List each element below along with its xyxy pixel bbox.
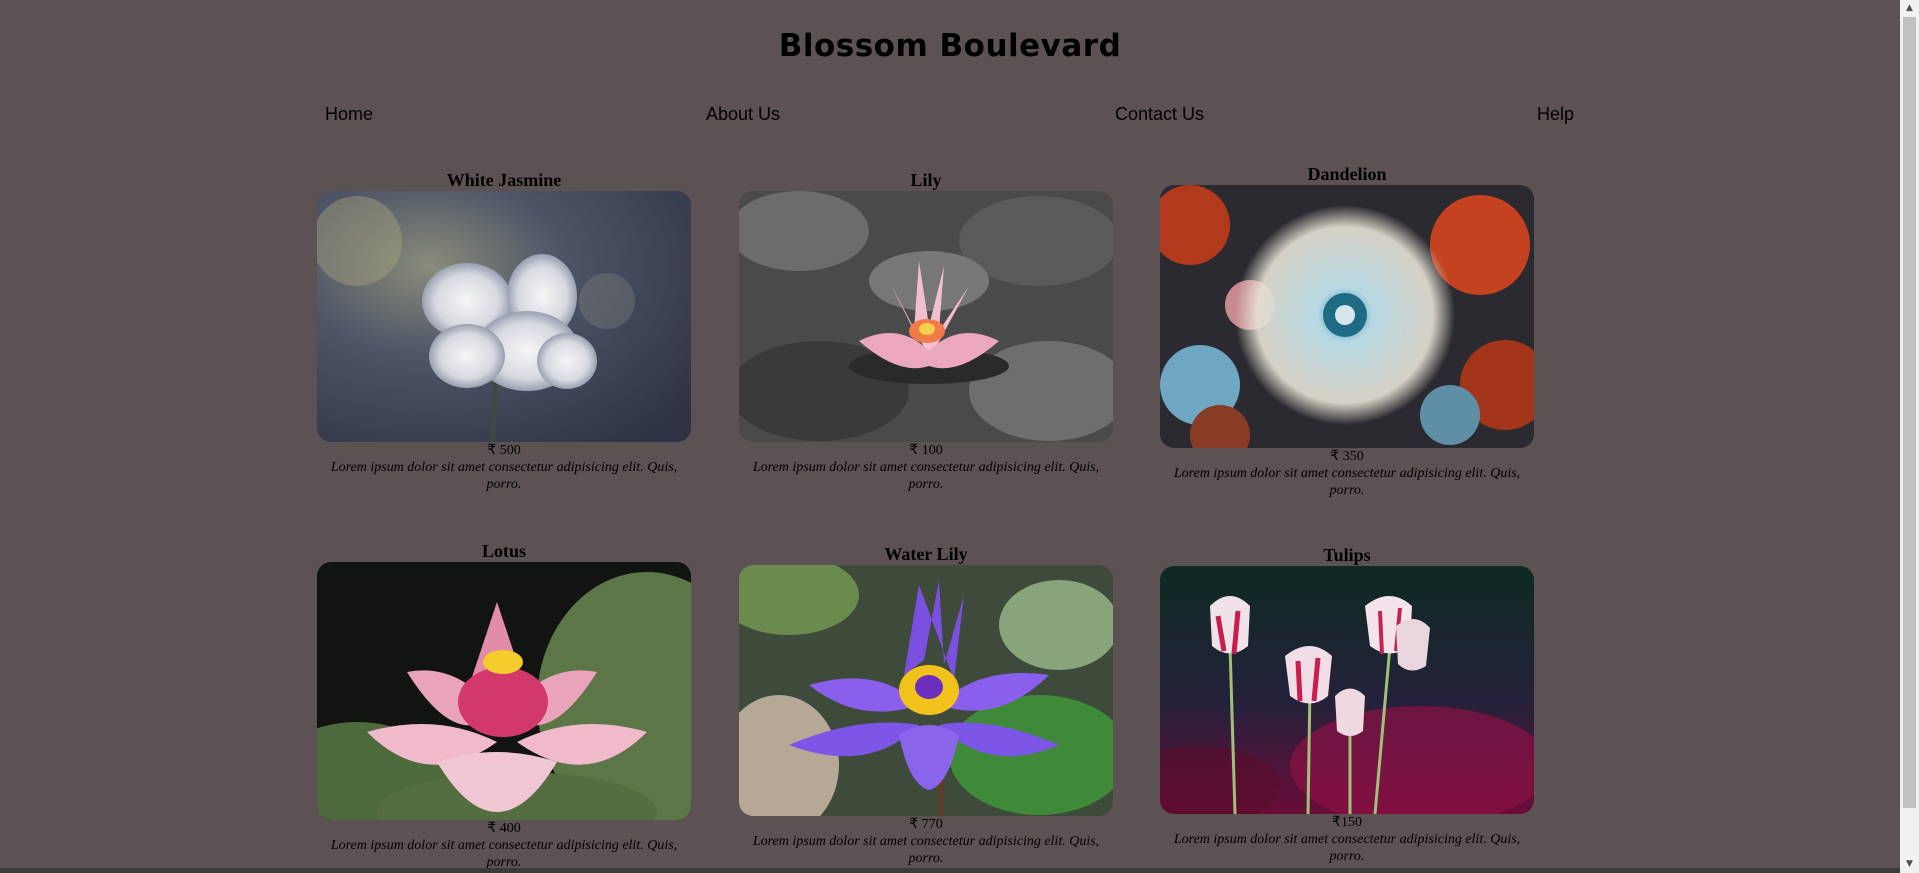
product-description: Lorem ipsum dolor sit amet consectetur a… <box>330 838 678 868</box>
site-title: Blossom Boulevard <box>778 28 1122 64</box>
product-name: Lotus <box>481 541 526 561</box>
lily-image <box>739 191 1113 442</box>
product-price: ₹150 <box>1332 815 1362 830</box>
nav-home-link[interactable]: Home <box>325 104 373 125</box>
product-name: Lily <box>910 170 942 190</box>
product-name: Dandelion <box>1307 164 1387 184</box>
product-price: ₹ 500 <box>487 443 521 458</box>
product-name: Tulips <box>1323 545 1371 565</box>
product-description: Lorem ipsum dolor sit amet consectetur a… <box>1173 832 1521 864</box>
water-lily-image <box>739 565 1113 816</box>
nav-help-link[interactable]: Help <box>1537 104 1574 125</box>
product-card-tulips[interactable]: Tulips ₹150 Lorem ipsum dolor sit amet c… <box>1160 544 1534 865</box>
product-card-lotus[interactable]: Lotus ₹ 400 Lorem ipsum dolor sit amet c… <box>317 540 691 868</box>
product-name: White Jasmine <box>446 170 562 190</box>
vertical-scrollbar[interactable]: ▲ ▼ <box>1900 0 1919 873</box>
product-card-white-jasmine[interactable]: White Jasmine ₹ 500 Lorem ipsum dolor si… <box>317 169 691 493</box>
tulips-image <box>1160 566 1534 814</box>
product-description: Lorem ipsum dolor sit amet consectetur a… <box>1173 466 1521 498</box>
scrollbar-thumb[interactable] <box>1903 17 1916 808</box>
white-jasmine-image <box>317 191 691 442</box>
page: Blossom Boulevard Home About Us Contact … <box>0 0 1900 868</box>
product-description: Lorem ipsum dolor sit amet consectetur a… <box>752 460 1100 492</box>
product-name: Water Lily <box>884 544 968 564</box>
product-price: ₹ 400 <box>487 821 521 836</box>
nav-contact-us-link[interactable]: Contact Us <box>1115 104 1204 125</box>
bottom-edge <box>0 868 1900 873</box>
product-price: ₹ 770 <box>909 817 943 832</box>
product-price: ₹ 350 <box>1330 449 1364 464</box>
product-description: Lorem ipsum dolor sit amet consectetur a… <box>752 834 1100 866</box>
dandelion-image <box>1160 185 1534 448</box>
product-description: Lorem ipsum dolor sit amet consectetur a… <box>330 460 678 492</box>
scroll-up-arrow-icon[interactable]: ▲ <box>1900 0 1919 17</box>
product-price: ₹ 100 <box>909 443 943 458</box>
lotus-image <box>317 562 691 820</box>
product-card-dandelion[interactable]: Dandelion ₹ 350 Lorem ipsum dolor sit am… <box>1160 163 1534 499</box>
product-card-lily[interactable]: Lily ₹ 100 Lorem ipsum dolor sit amet co… <box>739 169 1113 493</box>
product-card-water-lily[interactable]: Water Lily ₹ 770 Lorem ipsum dolor sit a… <box>739 543 1113 867</box>
scroll-down-arrow-icon[interactable]: ▼ <box>1900 856 1919 873</box>
main-nav: Home About Us Contact Us Help <box>0 104 1900 128</box>
nav-about-us-link[interactable]: About Us <box>706 104 780 125</box>
